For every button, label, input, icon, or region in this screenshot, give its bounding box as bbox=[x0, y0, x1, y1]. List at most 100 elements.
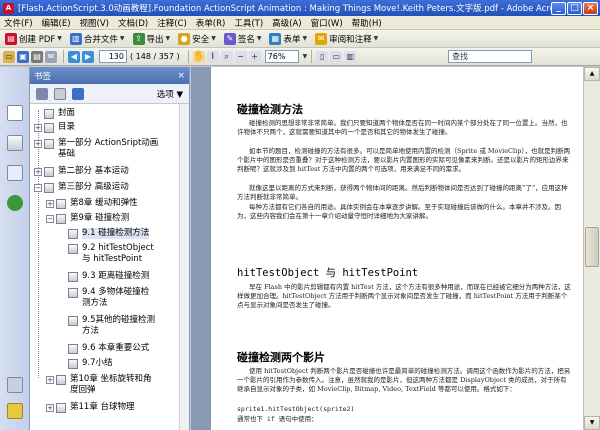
new-bookmark-icon[interactable] bbox=[54, 87, 66, 100]
zoom-tool-icon[interactable]: ⌕ bbox=[220, 50, 233, 63]
maximize-button[interactable]: □ bbox=[567, 1, 582, 15]
help-icon[interactable] bbox=[7, 195, 23, 211]
bookmark-item-ch11[interactable]: + 第11章 台球物理 bbox=[46, 402, 176, 414]
bookmark-item-ch9[interactable]: − 第9章 碰撞检测 bbox=[46, 213, 176, 225]
bookmark-icon bbox=[56, 199, 66, 209]
save-icon[interactable]: ▣ bbox=[17, 50, 29, 63]
page-number-input[interactable]: 130 bbox=[99, 50, 127, 63]
bookmark-options-button[interactable]: 选项 ▼ bbox=[157, 88, 183, 100]
expand-icon[interactable]: + bbox=[46, 404, 54, 412]
previous-page-icon[interactable]: ◀ bbox=[68, 50, 80, 63]
next-page-icon[interactable]: ▶ bbox=[82, 50, 94, 63]
delete-bookmark-icon[interactable] bbox=[36, 87, 48, 100]
menu-view[interactable]: 视图(V) bbox=[80, 17, 109, 29]
comments-icon[interactable] bbox=[7, 403, 23, 419]
paragraph: 就像这里以距离的方式来判断，获得两个物体间的距离。然后判断物体间是否达到了碰撞的… bbox=[237, 184, 568, 201]
export-label: 导出 bbox=[146, 34, 164, 45]
menu-help[interactable]: 帮助(H) bbox=[352, 17, 382, 29]
bookmark-item-part2[interactable]: + 第二部分 基本运动 bbox=[34, 166, 174, 178]
open-folder-icon[interactable]: ▭ bbox=[3, 50, 15, 63]
combine-files-button[interactable]: ▥ 合并文件 ▼ bbox=[68, 31, 127, 46]
expand-icon[interactable]: + bbox=[46, 200, 54, 208]
bookmark-icon bbox=[68, 344, 78, 354]
scroll-down-icon[interactable]: ▼ bbox=[584, 416, 600, 430]
collapse-icon[interactable]: − bbox=[34, 184, 42, 192]
fit-width-icon[interactable]: ▭ bbox=[330, 50, 343, 63]
chevron-down-icon: ▼ bbox=[119, 35, 125, 42]
bookmark-item-toc[interactable]: + 目录 bbox=[34, 122, 174, 134]
zoom-level-select[interactable]: 76% bbox=[264, 50, 299, 63]
bookmark-item-9-6[interactable]: 9.6 本章重要公式 bbox=[58, 343, 178, 355]
secure-button[interactable]: ● 安全 ▼ bbox=[176, 31, 218, 46]
bookmark-icon bbox=[68, 229, 78, 239]
menu-tools[interactable]: 工具(T) bbox=[234, 17, 263, 29]
expand-icon[interactable]: + bbox=[34, 140, 42, 148]
combine-files-icon: ▥ bbox=[69, 32, 82, 45]
bookmarks-icon[interactable] bbox=[7, 135, 23, 151]
bookmarks-panel: 书签 × 选项 ▼ 封面 + 目录 + 第一部分 ActionSript动画 基… bbox=[30, 67, 190, 430]
close-button[interactable]: × bbox=[583, 1, 598, 15]
zoom-in-icon[interactable]: + bbox=[248, 50, 261, 63]
bookmark-label: 9.5其他的碰撞检测 bbox=[82, 315, 156, 325]
menu-document[interactable]: 文档(D) bbox=[118, 17, 148, 29]
bookmark-item-part1[interactable]: + 第一部分 ActionSript动画 基础 bbox=[34, 138, 179, 162]
bookmark-item-ch10[interactable]: + 第10章 坐标旋转和角 度回弹 bbox=[46, 374, 176, 398]
close-icon[interactable]: × bbox=[177, 71, 185, 81]
menu-advanced[interactable]: 高级(A) bbox=[272, 17, 301, 29]
bookmark-item-9-3[interactable]: 9.3 距离碰撞检测 bbox=[58, 271, 178, 283]
scroll-up-icon[interactable]: ▲ bbox=[584, 67, 600, 81]
bookmark-label: 9.3 距离碰撞检测 bbox=[82, 271, 150, 281]
bookmark-item-9-1[interactable]: 9.1 碰撞检测方法 bbox=[58, 228, 178, 240]
bookmark-icon bbox=[44, 109, 54, 119]
pdf-page: 碰撞检测方法 碰撞检测的思想非常非常简单。我们只要知道两个物体是否在同一时间内某… bbox=[211, 67, 583, 430]
pages-icon[interactable] bbox=[7, 105, 23, 121]
select-tool-icon[interactable]: I bbox=[206, 50, 219, 63]
bookmark-label: 目录 bbox=[58, 122, 76, 132]
review-comment-button[interactable]: ✉ 审阅和注释 ▼ bbox=[313, 31, 380, 46]
bookmark-icon bbox=[68, 359, 78, 369]
create-pdf-button[interactable]: ▤ 创建 PDF ▼ bbox=[3, 31, 64, 46]
menu-file[interactable]: 文件(F) bbox=[4, 17, 33, 29]
sign-label: 签名 bbox=[237, 34, 255, 45]
expand-icon[interactable]: + bbox=[34, 168, 42, 176]
expand-icon[interactable]: + bbox=[46, 376, 54, 384]
menu-edit[interactable]: 编辑(E) bbox=[42, 17, 71, 29]
menu-comments[interactable]: 注释(C) bbox=[157, 17, 187, 29]
scroll-thumb[interactable] bbox=[585, 227, 599, 267]
reading-mode-icon[interactable]: ▥ bbox=[344, 50, 357, 63]
fit-page-icon[interactable]: ▯ bbox=[316, 50, 329, 63]
menu-bar: 文件(F) 编辑(E) 视图(V) 文档(D) 注释(C) 表单(R) 工具(T… bbox=[0, 16, 600, 30]
chevron-down-icon[interactable]: ▼ bbox=[303, 53, 308, 60]
minimize-button[interactable]: _ bbox=[551, 1, 566, 15]
document-scrollbar[interactable]: ▲ ▼ bbox=[583, 67, 600, 430]
bookmark-item-cover[interactable]: 封面 bbox=[34, 108, 174, 120]
bookmark-label: 9.1 碰撞检测方法 bbox=[82, 228, 150, 239]
sign-button[interactable]: ✎ 签名 ▼ bbox=[222, 31, 264, 46]
forms-button[interactable]: ▦ 表单 ▼ bbox=[267, 31, 309, 46]
email-icon[interactable]: ✉ bbox=[45, 50, 57, 63]
print-icon[interactable]: ▤ bbox=[31, 50, 43, 63]
signatures-icon[interactable] bbox=[7, 165, 23, 181]
menu-window[interactable]: 窗口(W) bbox=[311, 17, 343, 29]
bookmark-item-9-2[interactable]: 9.2 hitTestObject 与 hitTestPoint bbox=[58, 243, 178, 267]
collapse-icon[interactable]: − bbox=[46, 215, 54, 223]
expand-bookmark-icon[interactable] bbox=[72, 87, 84, 100]
bookmarks-scrollbar[interactable] bbox=[179, 104, 189, 430]
chevron-down-icon: ▼ bbox=[165, 35, 171, 42]
bookmark-item-9-5[interactable]: 9.5其他的碰撞检测 方法 bbox=[58, 315, 178, 339]
menu-forms[interactable]: 表单(R) bbox=[196, 17, 226, 29]
chevron-down-icon: ▼ bbox=[211, 35, 216, 42]
search-input[interactable]: 查找 bbox=[448, 50, 532, 63]
bookmark-item-ch8[interactable]: + 第8章 缓动和弹性 bbox=[46, 198, 176, 210]
bookmark-item-9-7[interactable]: 9.7小结 bbox=[58, 358, 178, 370]
zoom-out-icon[interactable]: − bbox=[234, 50, 247, 63]
create-pdf-label: 创建 PDF bbox=[19, 34, 56, 45]
bookmark-item-part3[interactable]: − 第三部分 高级运动 bbox=[34, 182, 174, 194]
export-button[interactable]: ⇪ 导出 ▼ bbox=[131, 31, 173, 46]
bookmark-icon bbox=[68, 244, 78, 254]
hand-tool-icon[interactable]: ✋ bbox=[192, 50, 205, 63]
bookmark-item-9-4[interactable]: 9.4 多物体碰撞检 测方法 bbox=[58, 287, 178, 311]
bookmark-icon bbox=[68, 288, 78, 298]
expand-icon[interactable]: + bbox=[34, 124, 42, 132]
attachments-icon[interactable] bbox=[7, 377, 23, 393]
